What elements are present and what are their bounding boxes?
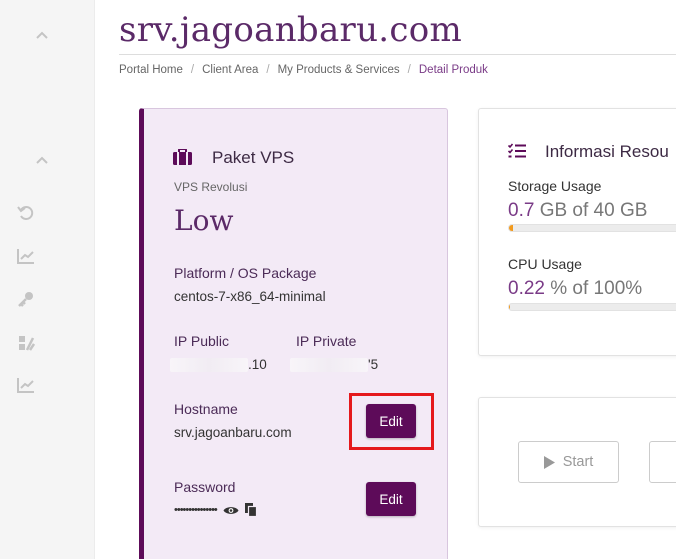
vps-card-title: Paket VPS [212, 148, 295, 167]
platform-label: Platform / OS Package [174, 265, 317, 281]
ip-private-value: '5 [290, 357, 379, 373]
ip-private-suffix: '5 [368, 357, 379, 372]
cpu-usage-label: CPU Usage [508, 256, 582, 272]
chart-icon[interactable] [16, 375, 36, 395]
password-label: Password [174, 479, 236, 495]
cpu-progress-bar [508, 303, 676, 311]
storage-usage-label: Storage Usage [508, 178, 602, 194]
vps-plan-name: Low [174, 204, 234, 237]
password-row: ••••••••••••••• [174, 503, 257, 517]
breadcrumb-separator: / [266, 64, 270, 76]
sidebar [0, 0, 95, 559]
cpu-total: % of 100% [544, 278, 643, 299]
copy-icon[interactable] [244, 503, 257, 517]
start-label: Start [562, 454, 594, 470]
storage-total: GB of 40 GB [534, 200, 648, 221]
breadcrumb-products-services[interactable]: My Products & Services [278, 64, 400, 76]
ip-private-label: IP Private [296, 333, 357, 349]
redacted-block [170, 358, 248, 373]
ip-public-value: .10 [170, 357, 267, 373]
briefcase-icon [173, 148, 192, 170]
key-icon[interactable] [16, 289, 36, 309]
platform-value: centos-7-x86_64-minimal [174, 289, 326, 304]
breadcrumb-portal-home[interactable]: Portal Home [119, 64, 183, 76]
storage-progress-bar [508, 224, 676, 232]
password-mask: ••••••••••••••• [174, 504, 218, 516]
breadcrumb-separator: / [190, 64, 195, 76]
storage-usage-value: 0.7 GB of 40 GB [508, 200, 647, 222]
vps-subtitle: VPS Revolusi [174, 180, 248, 194]
password-edit-button[interactable]: Edit [366, 482, 416, 516]
breadcrumb-client-area[interactable]: Client Area [202, 64, 258, 76]
page-title: srv.jagoanbaru.com [119, 10, 463, 50]
highlight-box [349, 393, 434, 450]
breadcrumb-separator: / [407, 64, 411, 76]
ip-public-suffix: .10 [248, 357, 267, 372]
breadcrumb: Portal Home / Client Area / My Products … [119, 64, 488, 76]
title-divider [119, 54, 676, 55]
eye-icon[interactable] [223, 505, 239, 516]
resource-card-title: Informasi Resou [545, 142, 669, 161]
play-icon [543, 455, 555, 469]
storage-used: 0.7 [508, 200, 535, 221]
cpu-used: 0.22 [508, 278, 545, 299]
breadcrumb-current: Detail Produk [418, 64, 488, 76]
chevron-up-icon[interactable] [32, 150, 52, 170]
undo-icon[interactable] [16, 203, 36, 223]
start-button[interactable]: Start [518, 441, 619, 483]
ip-public-label: IP Public [174, 333, 229, 349]
list-check-icon [507, 143, 526, 164]
next-control-button[interactable] [649, 441, 676, 483]
hostname-label: Hostname [174, 401, 238, 417]
storage-progress-fill [509, 225, 513, 231]
chart-icon[interactable] [16, 246, 36, 266]
hostname-value: srv.jagoanbaru.com [174, 425, 292, 440]
redacted-block [290, 358, 368, 373]
cpu-usage-value: 0.22 % of 100% [508, 278, 642, 300]
chevron-up-icon[interactable] [32, 25, 52, 45]
tools-icon[interactable] [16, 333, 36, 353]
